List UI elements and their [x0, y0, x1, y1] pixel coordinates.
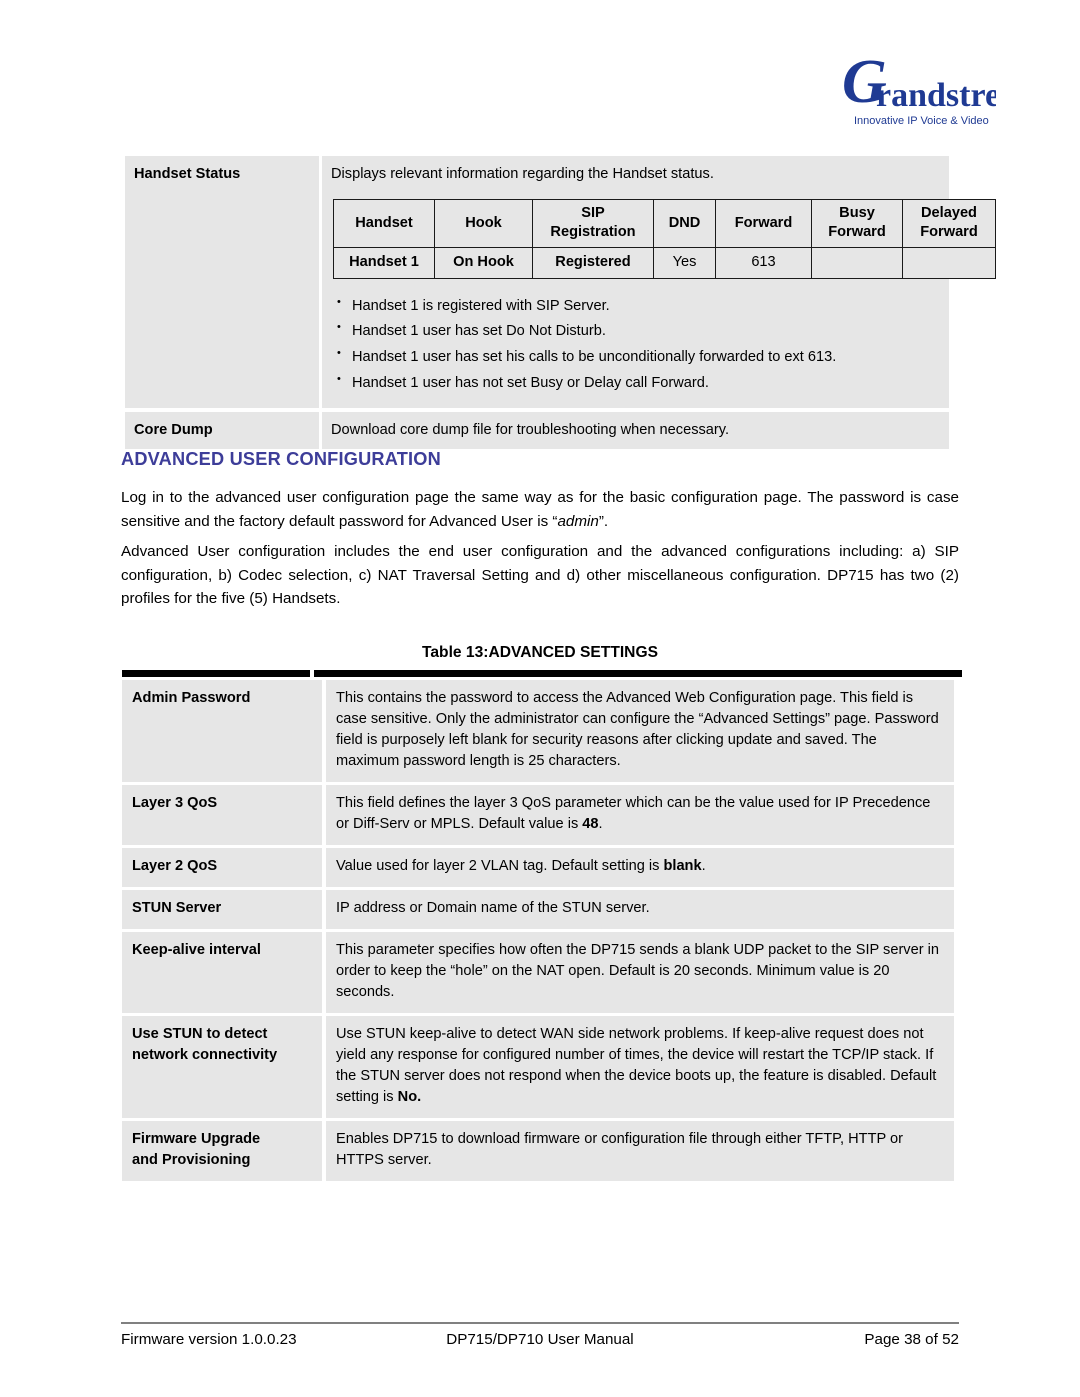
list-item: Handset 1 user has set Do Not Disturb. — [331, 320, 940, 342]
row-key-core-dump: Core Dump — [125, 411, 319, 450]
footer-manual-title: DP715/DP710 User Manual — [446, 1331, 634, 1348]
grid-col-hook-l1: Hook — [465, 214, 502, 231]
intro-paragraph-1-b: ”. — [598, 512, 609, 530]
list-item: Handset 1 user has not set Busy or Delay… — [331, 372, 940, 394]
handset-status-bullet-list: Handset 1 is registered with SIP Server.… — [331, 295, 940, 394]
grid-col-delayed-l1: Delayed — [921, 205, 977, 222]
grid-col-busy-l1: Busy — [839, 205, 875, 222]
table-13-caption: Table 13:ADVANCED SETTINGS — [422, 644, 658, 661]
intro-paragraph-1-emphasis: admin — [557, 512, 599, 530]
grid-col-hook: Hook — [434, 198, 533, 248]
grid-cell-handset: Handset 1 — [333, 246, 435, 279]
list-item: Handset 1 is registered with SIP Server. — [331, 295, 940, 317]
table-row: Firmware Upgrade and Provisioning Enable… — [122, 1121, 954, 1181]
handset-status-lead-text: Displays relevant information regarding … — [331, 166, 714, 182]
intro-paragraph-2: Advanced User configuration includes the… — [121, 543, 959, 608]
row-desc-stun-server: IP address or Domain name of the STUN se… — [326, 890, 954, 929]
row-desc-use-stun-detect: Use STUN keep-alive to detect WAN side n… — [326, 1016, 954, 1118]
handset-status-table-wrap: Handset Status Displays relevant informa… — [122, 152, 996, 453]
grid-col-forward-l1: Forward — [734, 214, 793, 231]
row-desc-handset-status: Displays relevant information regarding … — [322, 156, 996, 408]
row-desc-layer-3-qos-value: 48 — [582, 816, 599, 832]
row-desc-admin-password: This contains the password to access the… — [326, 680, 954, 782]
row-key-use-stun-detect-l2: network connectivity — [132, 1047, 278, 1063]
grid-cell-forward: 613 — [715, 246, 812, 279]
grid-col-busy-l2: Forward — [828, 223, 886, 240]
table-13-top-rule-right — [314, 670, 962, 677]
grid-col-dnd: DND — [653, 198, 716, 248]
row-desc-firmware-upgrade: Enables DP715 to download firmware or co… — [326, 1121, 954, 1181]
grid-cell-busy-forward — [811, 246, 903, 279]
grandstream-logo: G randstream Innovative IP Voice & Video — [836, 44, 996, 134]
handset-status-grid: Handset Hook SIP Registration DND Forwar… — [333, 198, 996, 279]
row-desc-layer-3-qos-b: . — [598, 816, 603, 832]
document-page: G randstream Innovative IP Voice & Video… — [0, 0, 1080, 1397]
row-key-stun-server: STUN Server — [122, 890, 322, 929]
grid-cell-hook: On Hook — [434, 246, 533, 279]
grid-col-delayed-l2: Forward — [920, 223, 978, 240]
table-row: STUN Server IP address or Domain name of… — [122, 890, 954, 929]
footer-page-number: Page 38 of 52 — [864, 1331, 959, 1348]
row-key-layer-3-qos: Layer 3 QoS — [122, 785, 322, 845]
table-13-top-rule-left — [122, 670, 310, 677]
advanced-settings-table: Admin Password This contains the passwor… — [118, 677, 958, 1184]
table-row: Layer 2 QoS Value used for layer 2 VLAN … — [122, 848, 954, 887]
list-item: Handset 1 user has set his calls to be u… — [331, 346, 940, 368]
row-desc-layer-2-qos-a: Value used for layer 2 VLAN tag. Default… — [336, 858, 664, 874]
table-13-top-rule — [122, 670, 962, 677]
row-key-firmware-upgrade-l2: and Provisioning — [132, 1152, 251, 1168]
grid-col-delayed-forward: Delayed Forward — [902, 198, 996, 248]
table-row: Admin Password This contains the passwor… — [122, 680, 954, 782]
footer-divider — [121, 1322, 959, 1324]
row-key-use-stun-detect-l1: Use STUN to detect — [132, 1026, 268, 1042]
row-desc-layer-2-qos: Value used for layer 2 VLAN tag. Default… — [326, 848, 954, 887]
advanced-settings-table-wrap: Admin Password This contains the passwor… — [122, 670, 962, 1184]
row-desc-use-stun-detect-a: Use STUN keep-alive to detect WAN side n… — [336, 1026, 937, 1105]
intro-paragraph-1-a: Log in to the advanced user configuratio… — [121, 489, 959, 530]
table-row: Keep-alive interval This parameter speci… — [122, 932, 954, 1013]
grid-col-sip-l1: SIP — [581, 205, 605, 222]
grid-col-sip-registration: SIP Registration — [532, 198, 654, 248]
grid-cell-sip-registration: Registered — [532, 246, 654, 279]
row-desc-layer-2-qos-b: . — [701, 858, 706, 874]
row-desc-layer-3-qos-a: This field defines the layer 3 QoS param… — [336, 795, 931, 832]
table-row: Layer 3 QoS This field defines the layer… — [122, 785, 954, 845]
grid-header-row: Handset Hook SIP Registration DND Forwar… — [333, 198, 996, 248]
row-key-keep-alive-interval: Keep-alive interval — [122, 932, 322, 1013]
logo-icon: G randstream Innovative IP Voice & Video — [842, 48, 996, 127]
grid-col-handset-l1: Handset — [355, 214, 413, 231]
row-desc-layer-2-qos-value: blank — [663, 858, 702, 874]
table-row: Use STUN to detect network connectivity … — [122, 1016, 954, 1118]
svg-text:Innovative IP Voice & Video: Innovative IP Voice & Video — [854, 115, 989, 127]
grid-cell-dnd: Yes — [653, 246, 716, 279]
table-row: Core Dump Download core dump file for tr… — [125, 411, 949, 450]
grid-col-handset: Handset — [333, 198, 435, 248]
row-key-firmware-upgrade: Firmware Upgrade and Provisioning — [122, 1121, 322, 1181]
row-key-firmware-upgrade-l1: Firmware Upgrade — [132, 1131, 261, 1147]
page-title: ADVANCED USER CONFIGURATION — [121, 449, 441, 469]
grid-col-busy-forward: Busy Forward — [811, 198, 903, 248]
svg-text:randstream: randstream — [876, 77, 996, 114]
row-key-admin-password: Admin Password — [122, 680, 322, 782]
row-key-use-stun-detect: Use STUN to detect network connectivity — [122, 1016, 322, 1118]
grid-col-forward: Forward — [715, 198, 812, 248]
grid-cell-delayed-forward — [902, 246, 996, 279]
table-row: Handset Status Displays relevant informa… — [125, 156, 996, 408]
grid-col-sip-l2: Registration — [550, 223, 636, 240]
row-desc-layer-3-qos: This field defines the layer 3 QoS param… — [326, 785, 954, 845]
page-footer: Firmware version 1.0.0.23 DP715/DP710 Us… — [121, 1331, 959, 1348]
footer-firmware-version: Firmware version 1.0.0.23 — [121, 1331, 297, 1348]
intro-paragraph-1: Log in to the advanced user configuratio… — [121, 486, 959, 533]
grid-col-dnd-l1: DND — [668, 214, 701, 231]
row-desc-keep-alive-interval: This parameter specifies how often the D… — [326, 932, 954, 1013]
row-desc-use-stun-detect-value: No. — [397, 1089, 422, 1105]
handset-status-table: Handset Status Displays relevant informa… — [122, 152, 996, 453]
row-key-layer-2-qos: Layer 2 QoS — [122, 848, 322, 887]
row-desc-core-dump: Download core dump file for troubleshoot… — [322, 411, 949, 450]
row-key-handset-status: Handset Status — [125, 156, 319, 408]
grid-data-row: Handset 1 On Hook Registered Yes 613 — [333, 246, 996, 279]
